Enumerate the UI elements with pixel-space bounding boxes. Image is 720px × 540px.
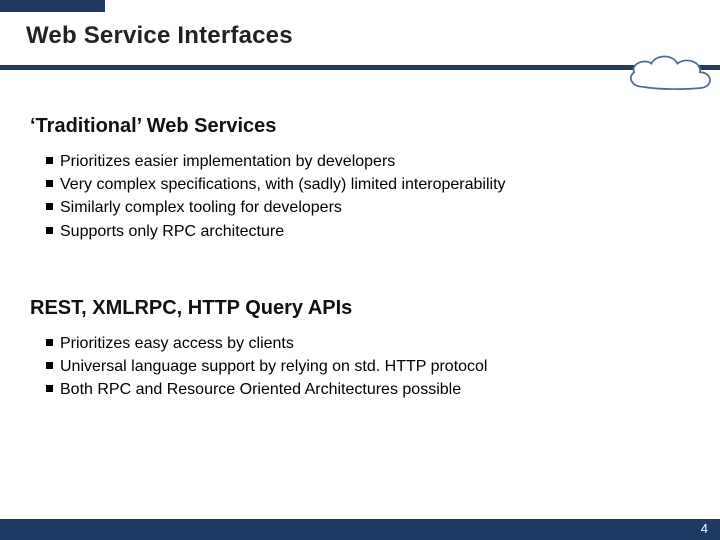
top-accent-bar: [0, 0, 105, 12]
section-heading: REST, XMLRPC, HTTP Query APIs: [30, 297, 690, 320]
list-item: Supports only RPC architecture: [46, 220, 690, 243]
list-item: Prioritizes easy access by clients: [46, 332, 690, 355]
bullet-list: Prioritizes easy access by clients Unive…: [30, 332, 690, 402]
list-item: Prioritizes easier implementation by dev…: [46, 150, 690, 173]
list-item: Universal language support by relying on…: [46, 355, 690, 378]
cloud-icon: [613, 48, 720, 100]
section-heading: ‘Traditional’ Web Services: [30, 115, 690, 138]
section-rest: REST, XMLRPC, HTTP Query APIs Prioritize…: [30, 297, 690, 402]
section-traditional: ‘Traditional’ Web Services Prioritizes e…: [30, 115, 690, 243]
page-title: Web Service Interfaces: [26, 22, 694, 50]
bullet-list: Prioritizes easier implementation by dev…: [30, 150, 690, 243]
list-item: Similarly complex tooling for developers: [46, 196, 690, 219]
page-number: 4: [701, 521, 708, 536]
content-area: ‘Traditional’ Web Services Prioritizes e…: [30, 115, 690, 401]
list-item: Both RPC and Resource Oriented Architect…: [46, 378, 690, 401]
list-item: Very complex specifications, with (sadly…: [46, 173, 690, 196]
footer-bar: 4: [0, 519, 720, 540]
title-container: Web Service Interfaces: [26, 22, 694, 50]
slide: Web Service Interfaces ‘Traditional’ Web…: [0, 0, 720, 540]
title-underline: [0, 65, 720, 70]
